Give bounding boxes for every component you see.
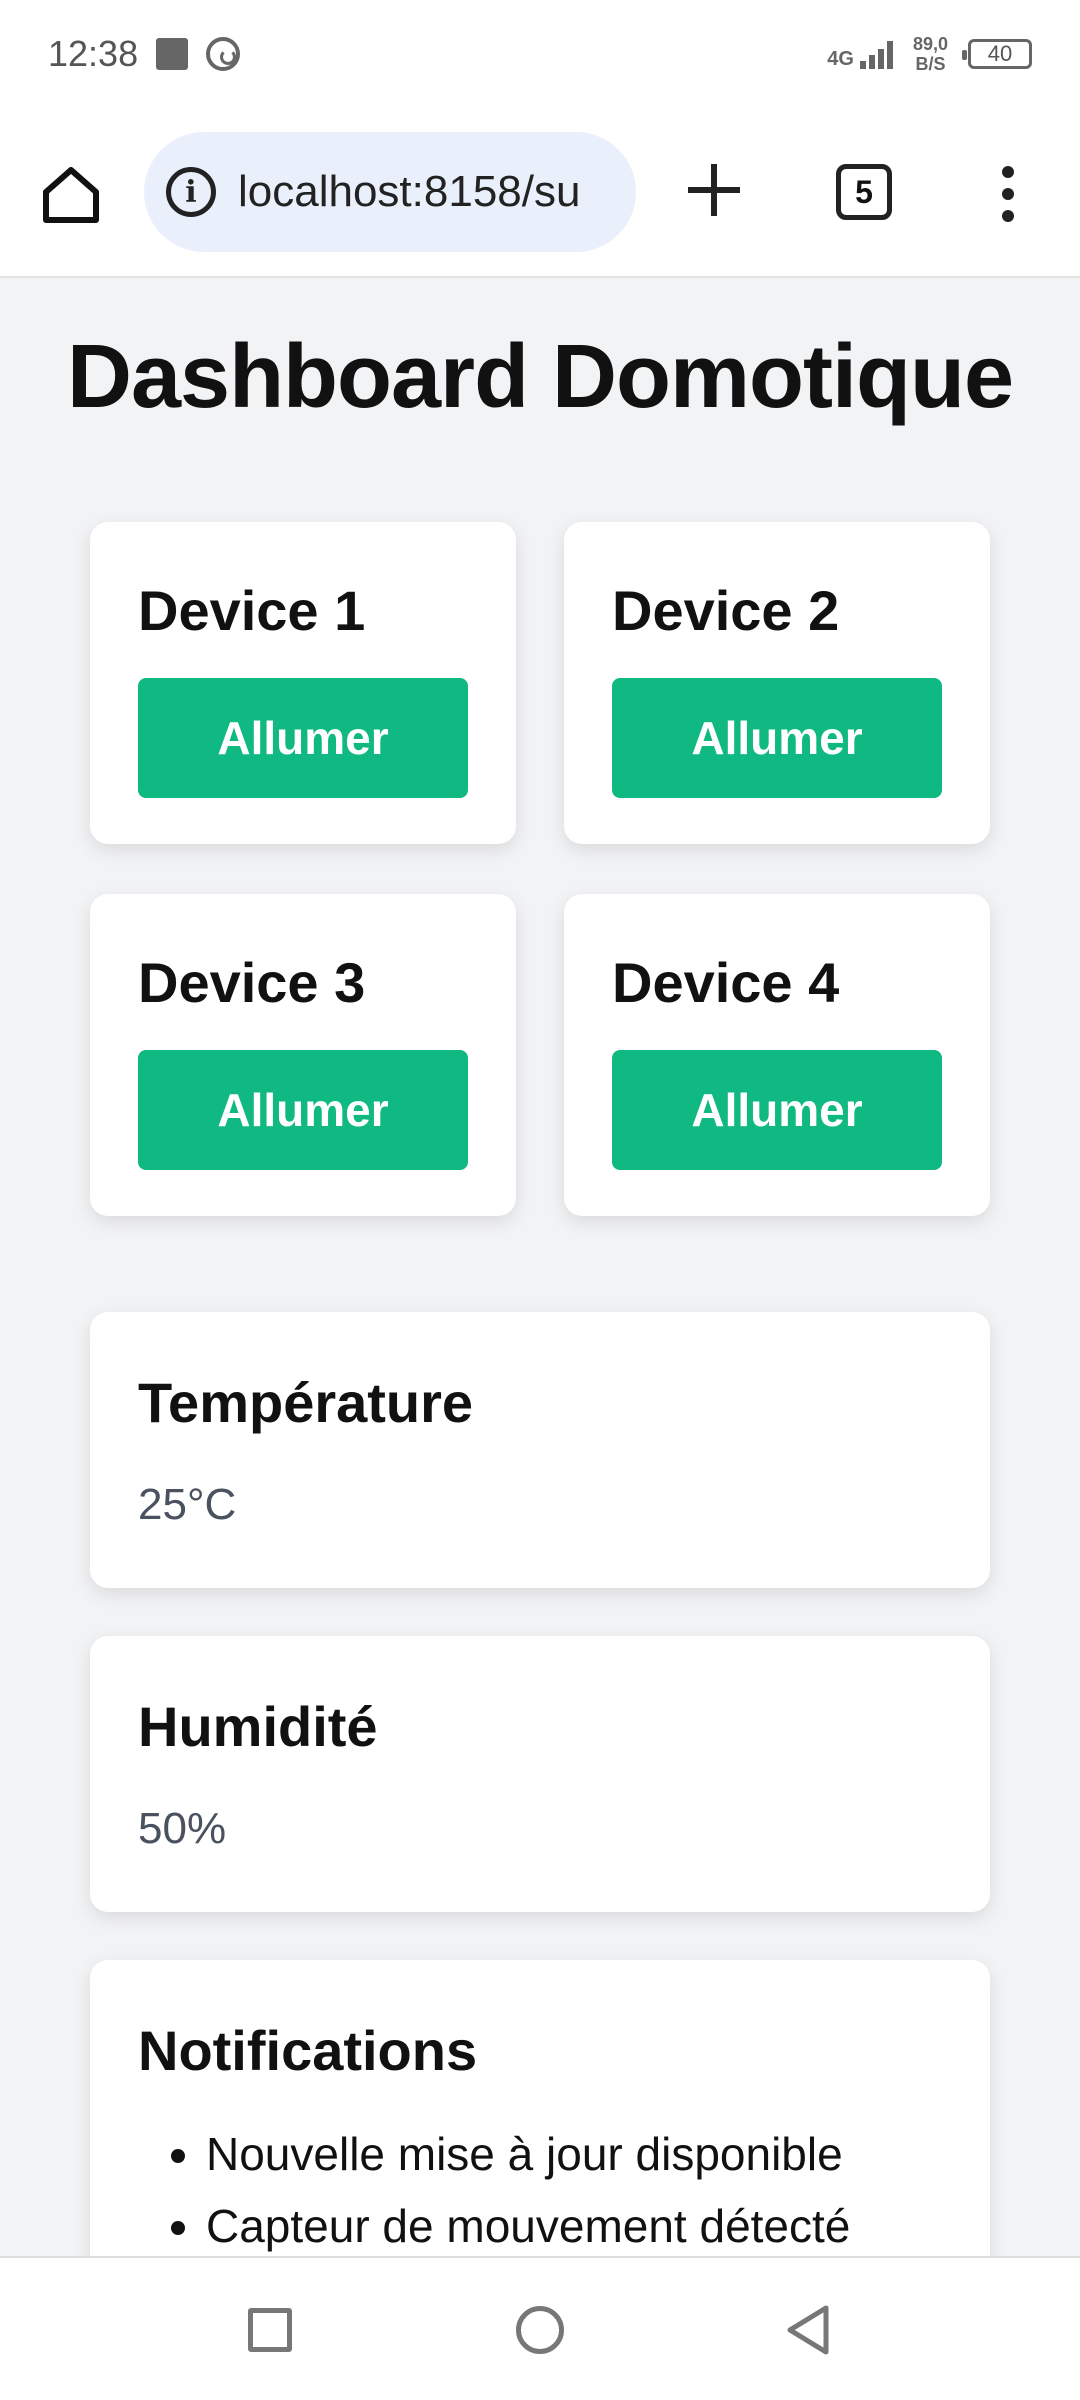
network-speed: 89,0 B/S — [912, 34, 948, 74]
device-card-4: Device 4 Allumer — [564, 894, 990, 1216]
info-icon[interactable]: i — [166, 167, 216, 217]
device-name: Device 3 — [138, 951, 366, 1014]
battery-level: 40 — [987, 41, 1013, 66]
notification-square-icon — [156, 38, 189, 70]
notifications-list: Nouvelle mise à jour disponible Capteur … — [206, 2118, 850, 2256]
network-type: 4G — [827, 48, 854, 70]
home-nav-icon[interactable] — [516, 2306, 564, 2354]
address-bar[interactable]: i localhost:8158/su — [144, 132, 636, 252]
cellular-signal-icon: 4G — [827, 39, 893, 69]
device-2-toggle-button[interactable]: Allumer — [612, 678, 942, 798]
device-name: Device 4 — [612, 951, 840, 1014]
clock: 12:38 — [48, 33, 139, 74]
more-menu-icon[interactable] — [990, 166, 1026, 222]
device-card-3: Device 3 Allumer — [90, 894, 516, 1216]
browser-toolbar: i localhost:8158/su 5 — [0, 108, 1080, 278]
tab-switcher-button[interactable]: 5 — [836, 164, 892, 220]
notifications-title: Notifications — [138, 2019, 478, 2082]
device-card-2: Device 2 Allumer — [564, 522, 990, 844]
humidity-title: Humidité — [138, 1695, 378, 1758]
device-3-toggle-button[interactable]: Allumer — [138, 1050, 468, 1170]
screen: 12:38 4G 89,0 B/S 40 i localhost:8158/su — [0, 0, 1080, 2400]
whatsapp-icon — [206, 37, 241, 71]
status-bar: 12:38 4G 89,0 B/S 40 — [0, 0, 1080, 108]
page-content: Dashboard Domotique Device 1 Allumer Dev… — [0, 278, 1080, 2256]
device-4-toggle-button[interactable]: Allumer — [612, 1050, 942, 1170]
list-item: Nouvelle mise à jour disponible — [206, 2118, 850, 2190]
recents-icon[interactable] — [248, 2308, 292, 2352]
url-text[interactable]: localhost:8158/su — [238, 167, 608, 217]
device-1-toggle-button[interactable]: Allumer — [138, 678, 468, 798]
page-title: Dashboard Domotique — [66, 327, 1014, 427]
list-item: Capteur de mouvement détecté — [206, 2190, 850, 2256]
system-navigation-bar — [0, 2256, 1080, 2400]
home-icon[interactable] — [40, 164, 102, 226]
temperature-title: Température — [138, 1371, 474, 1434]
device-name: Device 2 — [612, 579, 840, 642]
temperature-card: Température 25°C — [90, 1312, 990, 1588]
temperature-value: 25°C — [138, 1480, 237, 1529]
device-card-1: Device 1 Allumer — [90, 522, 516, 844]
device-name: Device 1 — [138, 579, 366, 642]
tab-count: 5 — [855, 173, 873, 210]
notifications-card: Notifications Nouvelle mise à jour dispo… — [90, 1960, 990, 2256]
new-tab-icon[interactable] — [684, 160, 744, 220]
humidity-value: 50% — [138, 1804, 227, 1853]
battery-icon: 40 — [962, 39, 1032, 69]
back-icon[interactable] — [782, 2302, 832, 2358]
humidity-card: Humidité 50% — [90, 1636, 990, 1912]
